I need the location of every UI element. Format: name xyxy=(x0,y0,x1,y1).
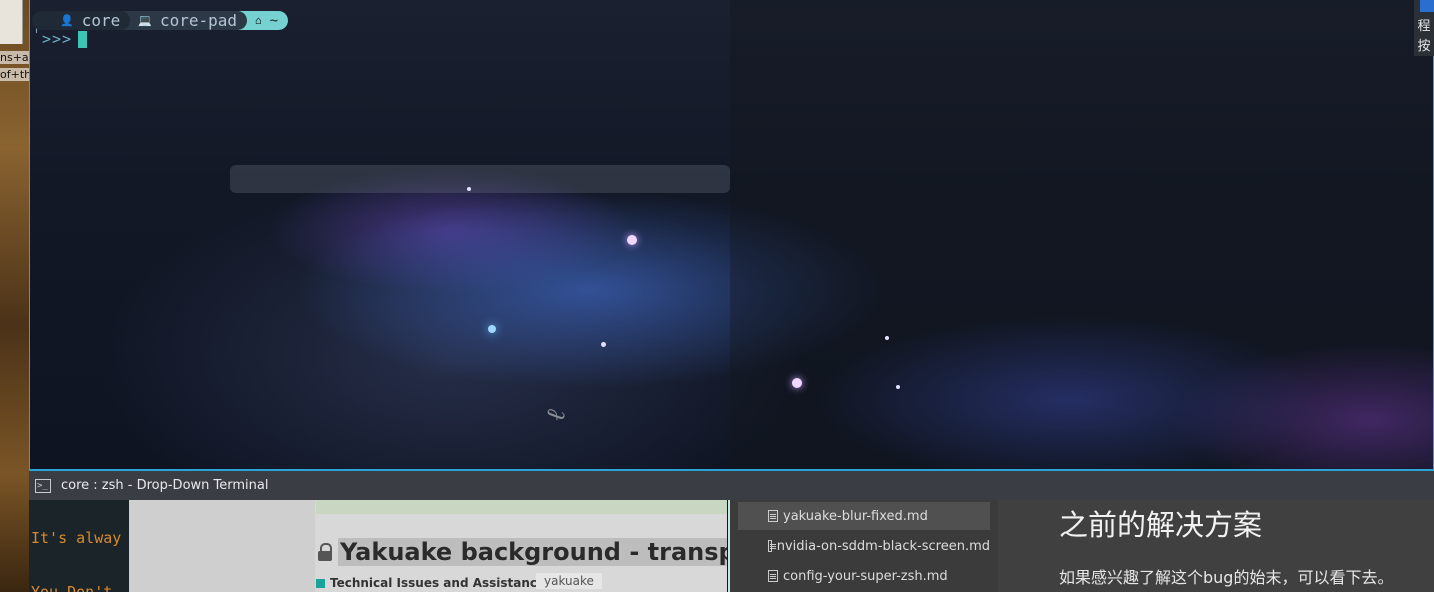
file-name: nvidia-on-sddm-black-screen.md xyxy=(776,538,990,554)
file-item[interactable]: config-your-super-zsh.md xyxy=(738,562,990,590)
background-window-left: ns+a of+th xyxy=(0,0,32,592)
prompt-line: 👤 core 💻 core-pad ⌂ ~ xyxy=(32,11,289,30)
file-name: config-your-super-zsh.md xyxy=(783,568,948,584)
blurred-search-bar xyxy=(230,165,730,193)
blurred-background-window xyxy=(730,0,1433,469)
file-item[interactable]: nvidia-on-sddm-black-screen.md xyxy=(738,532,990,560)
background-text-1: ns+a xyxy=(0,51,29,64)
forum-sidebar xyxy=(129,500,315,592)
laptop-icon: 💻 xyxy=(138,14,152,27)
article-heading: 之前的解决方案 xyxy=(1059,508,1263,542)
category-label: Technical Issues and Assistance xyxy=(330,576,546,590)
star xyxy=(467,187,471,191)
file-icon xyxy=(768,540,776,552)
text-cursor[interactable] xyxy=(78,30,88,48)
forum-page[interactable]: Yakuake background - transpare Technical… xyxy=(129,500,727,592)
side-tab-indicator xyxy=(1420,0,1434,12)
side-panel-tab[interactable]: 程 按 xyxy=(1414,0,1434,56)
prompt-user-segment: 👤 core xyxy=(32,11,131,30)
terminal-icon: >_ xyxy=(35,478,51,493)
star xyxy=(627,235,637,245)
prompt-input-line[interactable]: >>> xyxy=(36,30,88,48)
background-text-2: of+th xyxy=(0,68,32,81)
forum-notice-bar xyxy=(316,500,727,514)
category-color-icon xyxy=(316,578,325,588)
side-tab-char-1: 程 xyxy=(1417,19,1431,34)
user-icon: 👤 xyxy=(60,14,74,27)
terminal-text-line: It's alway xyxy=(31,529,122,547)
star xyxy=(896,385,900,389)
prompt-user: core xyxy=(81,11,121,30)
star xyxy=(488,325,496,333)
star xyxy=(885,336,889,340)
topic-title[interactable]: Yakuake background - transpare xyxy=(338,538,727,566)
dropdown-terminal[interactable]: ℓ 👤 core 💻 core-pad ⌂ ~ >>> xyxy=(29,0,1434,470)
terminal-titlebar[interactable]: >_ core : zsh - Drop-Down Terminal xyxy=(29,470,1434,500)
prompt-host-segment: 💻 core-pad xyxy=(120,11,247,30)
star xyxy=(792,378,802,388)
prompt-dir: ~ xyxy=(269,12,279,29)
star xyxy=(601,342,606,347)
side-tab-char-2: 按 xyxy=(1417,39,1431,54)
prompt-host: core-pad xyxy=(159,11,237,30)
topic-tag[interactable]: yakuake xyxy=(536,573,602,589)
file-icon xyxy=(768,570,778,582)
signature-mark: ℓ xyxy=(540,404,573,426)
document-thumbnail xyxy=(0,0,23,44)
terminal-text-line: You Don't xyxy=(31,583,113,592)
file-icon xyxy=(768,510,778,522)
article-paragraph: 如果感兴趣了解这个bug的始末，可以看下去。 xyxy=(1059,568,1394,587)
lock-icon xyxy=(317,543,333,561)
topic-category[interactable]: Technical Issues and Assistance xyxy=(316,576,545,590)
background-terminal[interactable]: It's alway You Don't xyxy=(29,500,130,592)
home-icon: ⌂ xyxy=(255,14,262,27)
file-name: yakuake-blur-fixed.md xyxy=(783,508,928,524)
window-title: core : zsh - Drop-Down Terminal xyxy=(61,478,269,493)
prompt-arrows: >>> xyxy=(42,30,73,48)
file-list: yakuake-blur-fixed.md nvidia-on-sddm-bla… xyxy=(728,500,998,592)
article-pane: 之前的解决方案 如果感兴趣了解这个bug的始末，可以看下去。 xyxy=(998,500,1434,592)
file-item[interactable]: yakuake-blur-fixed.md xyxy=(738,502,990,530)
